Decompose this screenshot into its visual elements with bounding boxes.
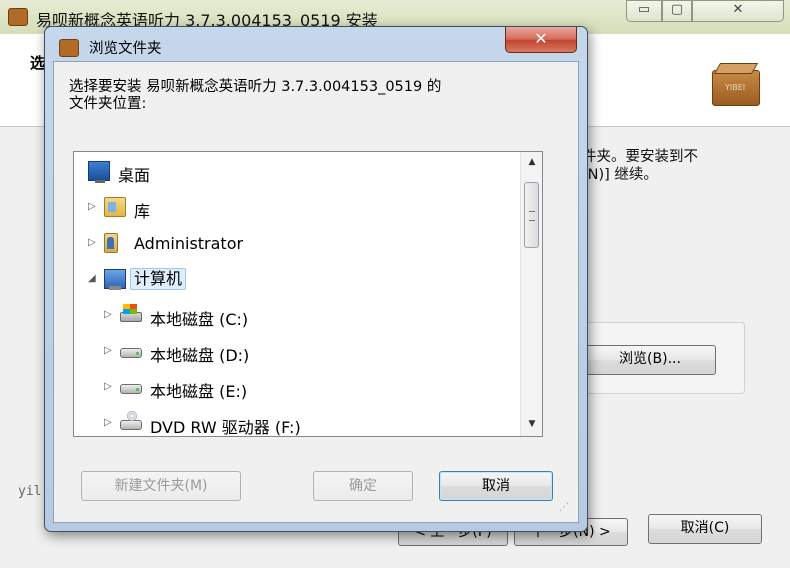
tree-item-administrator[interactable]: ▷ Administrator bbox=[74, 228, 518, 260]
close-icon: ✕ bbox=[732, 2, 744, 17]
expander-icon[interactable]: ▷ bbox=[88, 200, 100, 214]
expander-icon[interactable]: ▷ bbox=[88, 236, 100, 250]
maximize-button[interactable]: ▢ bbox=[662, 0, 692, 22]
tree-item-drive-e[interactable]: ▷ 本地磁盘 (E:) bbox=[74, 372, 518, 404]
browse-folder-dialog: 浏览文件夹 ✕ 选择要安装 易呗新概念英语听力 3.7.3.004153_051… bbox=[44, 26, 588, 532]
expander-icon[interactable]: ▷ bbox=[104, 416, 116, 430]
resize-grip-icon[interactable]: ⋰ bbox=[559, 503, 573, 517]
expander-icon[interactable]: ▷ bbox=[104, 308, 116, 322]
dvd-drive-icon bbox=[120, 411, 142, 430]
tree-item-label: 本地磁盘 (D:) bbox=[150, 346, 250, 365]
tree-item-label: 本地磁盘 (E:) bbox=[150, 382, 248, 401]
system-drive-icon bbox=[120, 304, 142, 322]
tree-item-computer[interactable]: ◢ 计算机 bbox=[74, 264, 518, 296]
tree-item-label: 本地磁盘 (C:) bbox=[150, 310, 249, 329]
box-logo-text: YIBEI bbox=[725, 83, 746, 92]
scroll-thumb[interactable] bbox=[524, 182, 539, 248]
minimize-button[interactable]: ▭ bbox=[626, 0, 662, 22]
browse-button[interactable]: 浏览(B)... bbox=[584, 345, 716, 375]
tree-scrollbar[interactable]: ▲ ▼ bbox=[520, 152, 542, 436]
scroll-up-icon[interactable]: ▲ bbox=[521, 152, 542, 172]
scroll-grip-icon bbox=[529, 211, 535, 221]
expander-icon[interactable]: ◢ bbox=[88, 272, 100, 286]
tree-item-label: DVD RW 驱动器 (F:) bbox=[150, 418, 301, 437]
installer-page-title: 选 bbox=[30, 54, 46, 72]
tree-item-library[interactable]: ▷ 库 bbox=[74, 192, 518, 224]
hard-drive-icon bbox=[120, 384, 142, 394]
close-icon: ✕ bbox=[534, 29, 548, 48]
app-icon bbox=[8, 8, 28, 26]
desktop-icon bbox=[88, 161, 110, 183]
computer-icon bbox=[104, 269, 126, 290]
tree-item-label: 库 bbox=[134, 202, 151, 221]
minimize-icon: ▭ bbox=[637, 2, 651, 17]
dialog-title: 浏览文件夹 bbox=[89, 41, 162, 57]
window-controls: ▭ ▢ ✕ bbox=[626, 0, 784, 24]
expander-icon[interactable]: ▷ bbox=[104, 344, 116, 358]
tree-item-label: Administrator bbox=[134, 234, 244, 253]
brand-text: yil bbox=[18, 484, 42, 499]
library-icon bbox=[104, 197, 126, 217]
new-folder-button[interactable]: 新建文件夹(M) bbox=[81, 471, 241, 501]
tree-item-label: 计算机 bbox=[130, 268, 187, 290]
tree-item-drive-f[interactable]: ▷ DVD RW 驱动器 (F:) bbox=[74, 408, 518, 437]
ok-button[interactable]: 确定 bbox=[313, 471, 413, 501]
maximize-icon: ▢ bbox=[670, 2, 684, 17]
tree-item-drive-c[interactable]: ▷ 本地磁盘 (C:) bbox=[74, 300, 518, 332]
tree-item-drive-d[interactable]: ▷ 本地磁盘 (D:) bbox=[74, 336, 518, 368]
scroll-down-icon[interactable]: ▼ bbox=[521, 414, 542, 434]
package-box-icon: YIBEI bbox=[712, 70, 760, 106]
expander-icon[interactable]: ▷ bbox=[104, 380, 116, 394]
tree-item-desktop[interactable]: 桌面 bbox=[74, 156, 518, 188]
window-close-button[interactable]: ✕ bbox=[692, 0, 784, 22]
hard-drive-icon bbox=[120, 348, 142, 358]
user-folder-icon bbox=[104, 233, 118, 253]
installer-cancel-button[interactable]: 取消(C) bbox=[648, 514, 762, 544]
dialog-close-button[interactable]: ✕ bbox=[505, 27, 577, 53]
tree-item-label: 桌面 bbox=[118, 166, 151, 185]
dialog-prompt: 选择要安装 易呗新概念英语听力 3.7.3.004153_0519 的 文件夹位… bbox=[69, 79, 442, 112]
dialog-cancel-button[interactable]: 取消 bbox=[439, 471, 553, 501]
folder-tree[interactable]: 桌面 ▷ 库 ▷ Administrator ◢ 计算机 ▷ 本地磁盘 (C:)… bbox=[73, 151, 543, 437]
installer-description: 件夹。要安装到不 [N)] 继续。 bbox=[582, 149, 698, 183]
dialog-app-icon bbox=[59, 39, 79, 57]
